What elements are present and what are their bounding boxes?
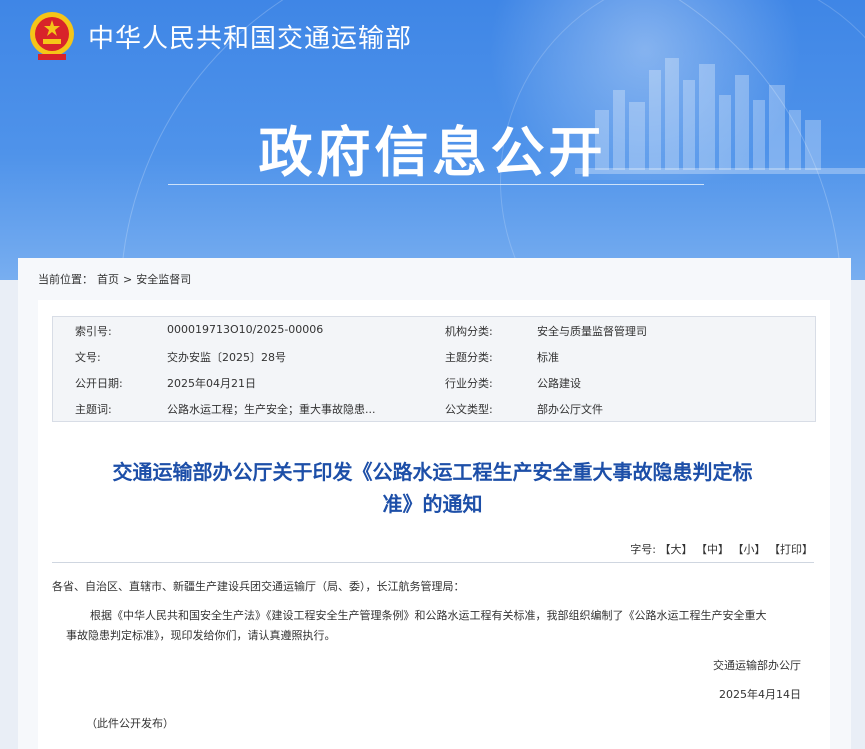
breadcrumb-label: 当前位置： <box>38 273 93 286</box>
meta-topic-value: 标准 <box>537 351 559 364</box>
meta-industry-label: 行业分类: <box>445 377 493 390</box>
meta-type-value: 部办公厅文件 <box>537 403 603 416</box>
meta-index-value: 000019713O10/2025-00006 <box>167 323 324 336</box>
meta-row: 公开日期: 2025年04月21日 行业分类: 公路建设 <box>53 369 815 395</box>
content-divider <box>52 562 814 563</box>
document-body-line: 事故隐患判定标准》，现印发给你们，请认真遵照执行。 <box>66 629 336 642</box>
national-emblem-icon <box>30 12 74 60</box>
document-signer: 交通运输部办公厅 <box>713 659 801 672</box>
site-name[interactable]: 中华人民共和国交通运输部 <box>88 18 412 55</box>
breadcrumb: 当前位置： 首页 > 安全监督司 <box>38 271 195 287</box>
font-size-controls: 字号: 【大】 【中】 【小】 【打印】 <box>630 541 813 557</box>
meta-date-value: 2025年04月21日 <box>167 377 256 390</box>
meta-topic-label: 主题分类: <box>445 351 493 364</box>
meta-index-label: 索引号: <box>75 325 112 338</box>
banner-title: 政府信息公开 <box>258 120 607 184</box>
meta-docno-value: 交办安监〔2025〕28号 <box>167 351 286 364</box>
document-title-line: 准》的通知 <box>382 492 483 516</box>
print-button[interactable]: 【打印】 <box>769 543 813 556</box>
document-title: 交通运输部办公厅关于印发《公路水运工程生产安全重大事故隐患判定标 准》的通知 <box>60 456 805 520</box>
meta-type-label: 公文类型: <box>445 403 493 416</box>
meta-docno-label: 文号: <box>75 351 101 364</box>
font-medium-button[interactable]: 【中】 <box>696 543 729 556</box>
font-large-button[interactable]: 【大】 <box>660 543 693 556</box>
font-size-label: 字号: <box>630 543 656 556</box>
meta-row: 主题词: 公路水运工程；生产安全；重大事故隐患... 公文类型: 部办公厅文件 <box>53 395 815 421</box>
meta-keywords-value: 公路水运工程；生产安全；重大事故隐患... <box>167 403 376 416</box>
meta-industry-value: 公路建设 <box>537 377 581 390</box>
document-title-line: 交通运输部办公厅关于印发《公路水运工程生产安全重大事故隐患判定标 <box>112 460 753 484</box>
document-recipients: 各省、自治区、直辖市、新疆生产建设兵团交通运输厅（局、委），长江航务管理局： <box>52 580 465 593</box>
font-small-button[interactable]: 【小】 <box>733 543 766 556</box>
meta-date-label: 公开日期: <box>75 377 123 390</box>
document-meta-table: 索引号: 000019713O10/2025-00006 机构分类: 安全与质量… <box>52 316 816 422</box>
breadcrumb-home-link[interactable]: 首页 <box>97 273 119 286</box>
document-sign-date: 2025年4月14日 <box>719 688 801 701</box>
meta-org-value: 安全与质量监督管理司 <box>537 325 647 338</box>
meta-org-label: 机构分类: <box>445 325 493 338</box>
breadcrumb-separator: > <box>123 273 133 286</box>
meta-row: 索引号: 000019713O10/2025-00006 机构分类: 安全与质量… <box>53 317 815 343</box>
document-body-line: 根据《中华人民共和国安全生产法》《建设工程安全生产管理条例》和公路水运工程有关标… <box>90 609 767 622</box>
meta-keywords-label: 主题词: <box>75 403 112 416</box>
document-note: （此件公开发布） <box>86 717 174 730</box>
header-banner: 中华人民共和国交通运输部 政府信息公开 <box>0 0 865 280</box>
breadcrumb-current-link[interactable]: 安全监督司 <box>136 273 191 286</box>
banner-divider <box>168 184 704 185</box>
meta-row: 文号: 交办安监〔2025〕28号 主题分类: 标准 <box>53 343 815 369</box>
